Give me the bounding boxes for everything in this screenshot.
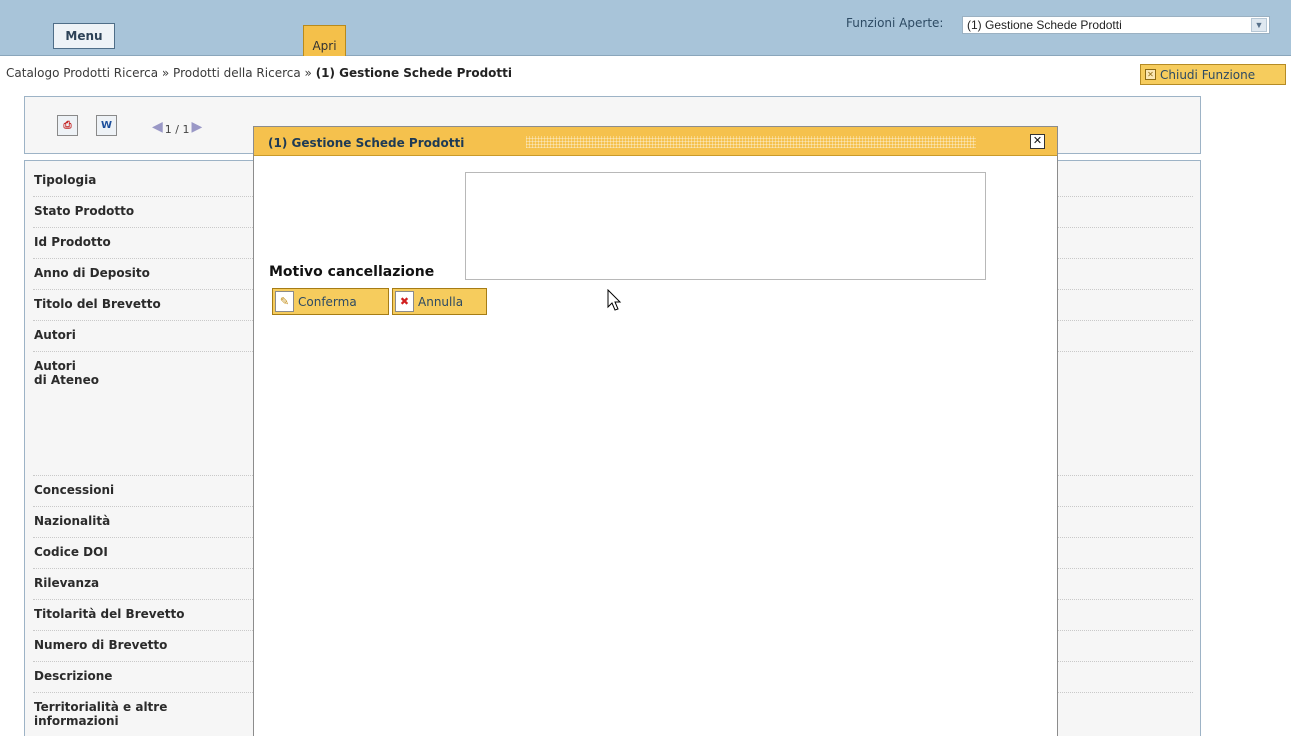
close-icon[interactable]: ✕	[1030, 134, 1045, 149]
close-icon: ✕	[1145, 69, 1156, 80]
funzioni-aperte-select[interactable]: (1) Gestione Schede Prodotti ▼	[962, 16, 1270, 34]
modal-dialog: (1) Gestione Schede Prodotti ✕ Motivo ca…	[253, 126, 1058, 736]
cancel-document-icon: ✖	[395, 291, 414, 312]
apri-button[interactable]: Apri	[303, 25, 346, 56]
modal-header[interactable]: (1) Gestione Schede Prodotti ✕	[254, 127, 1057, 156]
mouse-cursor-icon	[607, 289, 622, 311]
conferma-label: Conferma	[298, 294, 357, 309]
breadcrumb-current: (1) Gestione Schede Prodotti	[315, 66, 512, 80]
prev-page-icon[interactable]: ◀	[152, 119, 163, 135]
word-doc-icon[interactable]: W	[96, 115, 117, 136]
conferma-button[interactable]: ✎ Conferma	[272, 288, 389, 315]
funzioni-aperte-value: (1) Gestione Schede Prodotti	[967, 18, 1122, 32]
pdf-icon[interactable]: ⎙	[57, 115, 78, 136]
next-page-icon[interactable]: ▶	[191, 119, 202, 135]
drag-handle[interactable]	[526, 136, 976, 148]
annulla-label: Annulla	[418, 294, 464, 309]
top-bar: Menu Apri Funzioni Aperte: (1) Gestione …	[0, 0, 1291, 56]
menu-button[interactable]: Menu	[53, 23, 115, 49]
breadcrumb-path[interactable]: Catalogo Prodotti Ricerca » Prodotti del…	[6, 66, 316, 80]
annulla-button[interactable]: ✖ Annulla	[392, 288, 487, 315]
chiudi-funzione-button[interactable]: ✕ Chiudi Funzione	[1140, 64, 1286, 85]
page-indicator: 1 / 1	[164, 123, 190, 136]
funzioni-aperte-label: Funzioni Aperte:	[846, 16, 944, 30]
chiudi-funzione-label: Chiudi Funzione	[1160, 67, 1256, 82]
chevron-down-icon[interactable]: ▼	[1251, 18, 1267, 32]
breadcrumb: Catalogo Prodotti Ricerca » Prodotti del…	[6, 66, 512, 80]
pager: ◀ 1 / 1 ▶	[152, 117, 202, 137]
motivo-cancellazione-label: Motivo cancellazione	[269, 264, 435, 280]
modal-title: (1) Gestione Schede Prodotti	[268, 136, 465, 150]
edit-pencil-icon: ✎	[275, 291, 294, 312]
motivo-cancellazione-input[interactable]	[465, 172, 986, 280]
